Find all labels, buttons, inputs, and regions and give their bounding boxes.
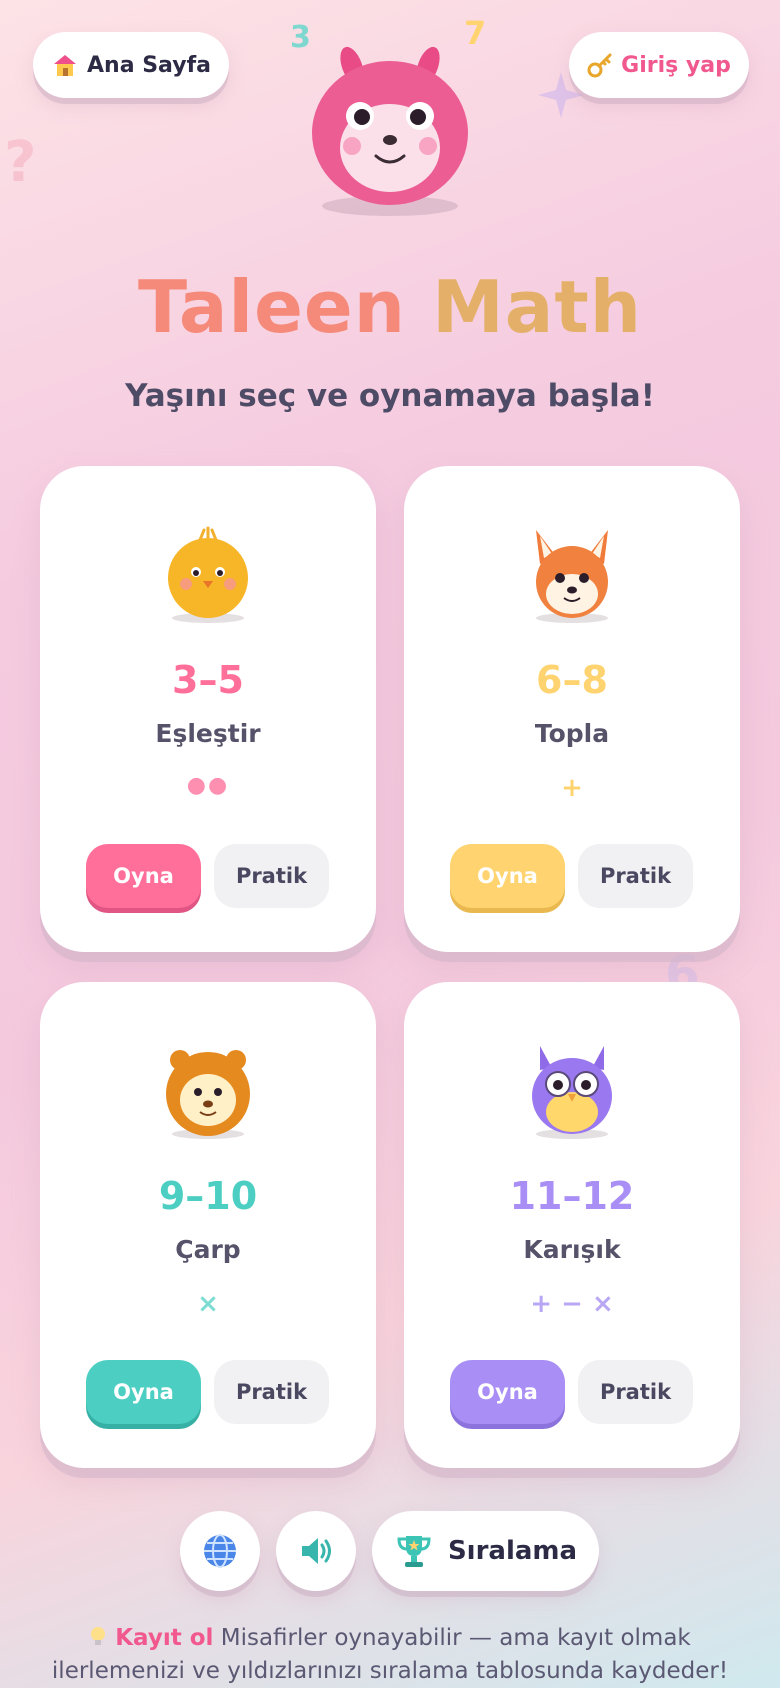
app-title: Taleen Math: [0, 265, 780, 349]
play-button[interactable]: Oyna: [450, 844, 565, 908]
age-card-3-5: 3–5 Eşleştir ●● Oyna Pratik: [40, 466, 376, 952]
lightbulb-icon: [91, 1627, 106, 1645]
home-button[interactable]: Ana Sayfa: [33, 32, 229, 98]
language-button[interactable]: [180, 1511, 260, 1591]
practice-button[interactable]: Pratik: [214, 844, 329, 908]
game-name: Karışık: [523, 1235, 621, 1264]
globe-icon: [204, 1534, 236, 1568]
fox-icon: [536, 530, 608, 623]
age-range: 9–10: [158, 1174, 258, 1218]
game-symbol: ●●: [186, 773, 230, 798]
login-button[interactable]: Giriş yap: [569, 32, 749, 98]
age-card-9-10: 9–10 Çarp × Oyna Pratik: [40, 982, 376, 1468]
home-label: Ana Sayfa: [87, 52, 211, 78]
trophy-icon: [397, 1536, 431, 1567]
guest-notice: Kayıt ol Misafirler oynayabilir — ama ka…: [30, 1622, 750, 1688]
game-symbol: + − ×: [530, 1289, 614, 1319]
chick-icon: [168, 526, 248, 623]
register-link[interactable]: Kayıt ol: [115, 1625, 213, 1651]
play-button[interactable]: Oyna: [86, 844, 201, 908]
page-subtitle: Yaşını seç ve oynamaya başla!: [125, 378, 655, 414]
leaderboard-label: Sıralama: [447, 1536, 578, 1566]
age-range: 11–12: [509, 1174, 635, 1218]
game-symbol: +: [561, 773, 583, 803]
leaderboard-button[interactable]: Sıralama: [372, 1511, 599, 1591]
house-icon: [54, 55, 77, 76]
speaker-icon: [302, 1538, 331, 1564]
app-title-part1: Taleen: [137, 265, 407, 349]
owl-icon: [532, 1046, 612, 1139]
mascot-bear-icon: [312, 46, 468, 216]
practice-button[interactable]: Pratik: [214, 1360, 329, 1424]
practice-button[interactable]: Pratik: [578, 1360, 693, 1424]
game-name: Eşleştir: [155, 719, 261, 748]
login-label: Giriş yap: [621, 52, 731, 78]
game-name: Topla: [534, 719, 610, 748]
age-range: 3–5: [172, 658, 244, 702]
sound-button[interactable]: [276, 1511, 356, 1591]
play-button[interactable]: Oyna: [86, 1360, 201, 1424]
app-title-part2: Math: [432, 265, 643, 349]
game-name: Çarp: [175, 1235, 241, 1264]
lion-icon: [166, 1050, 250, 1139]
game-symbol: ×: [197, 1289, 219, 1319]
age-card-6-8: 6–8 Topla + Oyna Pratik: [404, 466, 740, 952]
practice-button[interactable]: Pratik: [578, 844, 693, 908]
age-range: 6–8: [536, 658, 608, 702]
key-icon: [587, 53, 612, 78]
decor-question-mark: ?: [4, 130, 37, 195]
age-card-11-12: 11–12 Karışık + − × Oyna Pratik: [404, 982, 740, 1468]
play-button[interactable]: Oyna: [450, 1360, 565, 1424]
